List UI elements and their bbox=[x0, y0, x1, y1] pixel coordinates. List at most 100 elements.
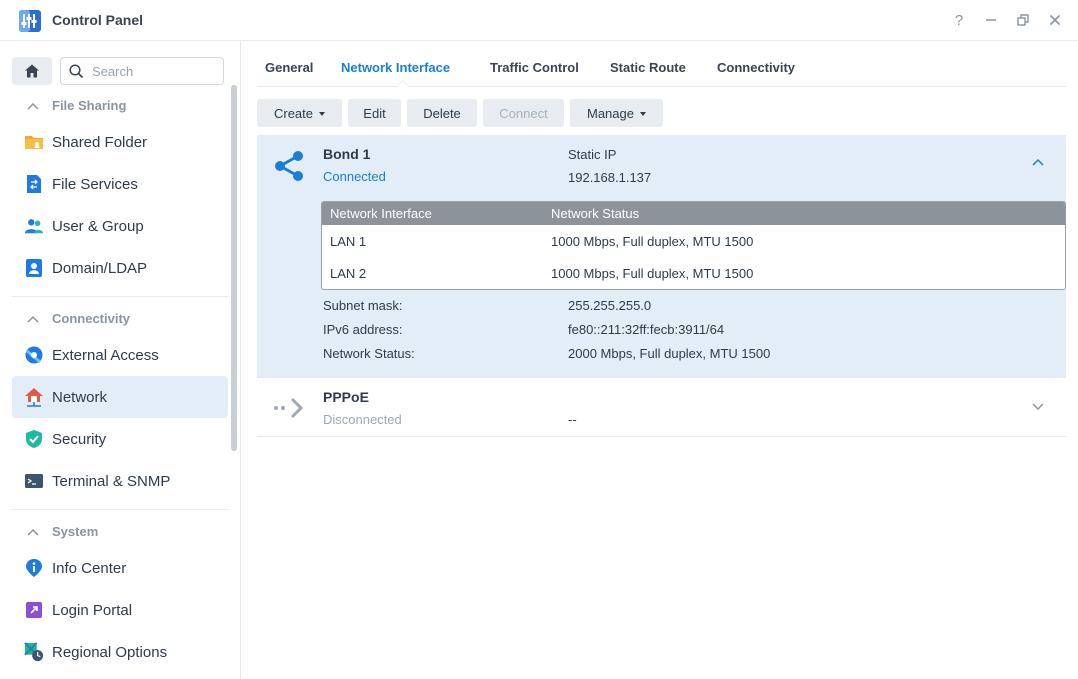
section-title: File Sharing bbox=[52, 98, 127, 113]
terminal-icon bbox=[24, 471, 44, 491]
sidebar: File Sharing Shared Folder File Services… bbox=[0, 41, 241, 679]
sidebar-item-user-group[interactable]: User & Group bbox=[12, 205, 228, 247]
table-cell: LAN 2 bbox=[330, 266, 367, 281]
sidebar-item-label: User & Group bbox=[52, 217, 144, 235]
sidebar-item-label: File Services bbox=[52, 175, 138, 193]
table-cell: 1000 Mbps, Full duplex, MTU 1500 bbox=[551, 266, 754, 281]
security-shield-icon bbox=[24, 429, 44, 449]
network-icon bbox=[24, 387, 44, 407]
sidebar-item-terminal-snmp[interactable]: Terminal & SNMP bbox=[12, 460, 228, 502]
interface-ip-address: -- bbox=[568, 412, 577, 427]
create-button[interactable]: Create bbox=[257, 99, 342, 127]
sidebar-item-label: Terminal & SNMP bbox=[52, 472, 171, 490]
detail-label: Network Status: bbox=[323, 346, 415, 361]
member-interfaces-table: Network Interface Network Status LAN 1 1… bbox=[321, 201, 1066, 290]
interface-status: Connected bbox=[323, 169, 386, 184]
section-file-sharing[interactable]: File Sharing bbox=[26, 98, 126, 113]
chevron-down-icon[interactable] bbox=[1030, 398, 1046, 414]
column-header: Network Status bbox=[551, 206, 640, 221]
sidebar-divider bbox=[12, 509, 228, 510]
chevron-up-icon[interactable] bbox=[1030, 155, 1046, 171]
interface-ip-address: 192.168.1.137 bbox=[568, 170, 652, 185]
search-box[interactable] bbox=[60, 57, 224, 85]
interface-row-pppoe[interactable]: PPPoE Disconnected -- bbox=[257, 378, 1066, 437]
window-title: Control Panel bbox=[52, 12, 144, 28]
sidebar-item-info-center[interactable]: Info Center bbox=[12, 547, 228, 589]
sidebar-item-regional-options[interactable]: Regional Options bbox=[12, 631, 228, 673]
interface-status: Disconnected bbox=[323, 412, 402, 427]
table-row[interactable]: LAN 2 1000 Mbps, Full duplex, MTU 1500 bbox=[322, 257, 1065, 289]
section-title: System bbox=[52, 524, 99, 539]
sidebar-divider bbox=[12, 296, 228, 297]
regional-options-icon bbox=[24, 642, 44, 662]
sidebar-item-label: Shared Folder bbox=[52, 133, 148, 151]
sidebar-item-network[interactable]: Network bbox=[12, 376, 228, 418]
help-icon[interactable]: ? bbox=[950, 10, 968, 30]
sidebar-item-label: Network bbox=[52, 388, 108, 406]
detail-label: Subnet mask: bbox=[323, 298, 403, 313]
search-input[interactable] bbox=[92, 63, 212, 79]
section-title: Connectivity bbox=[52, 311, 131, 326]
sidebar-item-file-services[interactable]: File Services bbox=[12, 163, 228, 205]
chevron-up-icon bbox=[27, 315, 39, 323]
home-button[interactable] bbox=[12, 57, 52, 85]
sidebar-item-domain-ldap[interactable]: Domain/LDAP bbox=[12, 247, 228, 289]
close-icon[interactable] bbox=[1046, 10, 1064, 30]
restore-icon[interactable] bbox=[1014, 10, 1032, 30]
bond-share-icon bbox=[275, 151, 303, 181]
caret-down-icon bbox=[319, 111, 326, 116]
tab-traffic-control[interactable]: Traffic Control bbox=[490, 60, 579, 75]
delete-button[interactable]: Delete bbox=[407, 99, 477, 127]
section-system[interactable]: System bbox=[26, 524, 98, 539]
section-connectivity[interactable]: Connectivity bbox=[26, 311, 130, 326]
table-header: Network Interface Network Status bbox=[322, 202, 1065, 225]
sidebar-item-label: Login Portal bbox=[52, 601, 133, 619]
chevron-up-icon bbox=[27, 528, 39, 536]
interface-name: PPPoE bbox=[323, 389, 369, 405]
user-group-icon bbox=[24, 216, 44, 236]
column-header: Network Interface bbox=[330, 206, 432, 221]
table-row[interactable]: LAN 1 1000 Mbps, Full duplex, MTU 1500 bbox=[322, 225, 1065, 257]
table-cell: 1000 Mbps, Full duplex, MTU 1500 bbox=[551, 234, 754, 249]
detail-value: fe80::211:32ff:fecb:3911/64 bbox=[568, 322, 725, 337]
interface-ip-type: Static IP bbox=[568, 147, 617, 162]
sidebar-item-label: Domain/LDAP bbox=[52, 259, 148, 277]
sidebar-item-label: Info Center bbox=[52, 559, 127, 577]
manage-button[interactable]: Manage bbox=[570, 99, 663, 127]
connect-button[interactable]: Connect bbox=[483, 99, 564, 127]
detail-label: IPv6 address: bbox=[323, 322, 403, 337]
detail-value: 255.255.255.0 bbox=[568, 298, 652, 313]
tab-general[interactable]: General bbox=[265, 60, 313, 75]
sidebar-item-label: Regional Options bbox=[52, 643, 168, 661]
sidebar-item-external-access[interactable]: External Access bbox=[12, 334, 228, 376]
info-center-icon bbox=[24, 558, 44, 578]
sidebar-scrollbar[interactable] bbox=[231, 85, 237, 451]
sidebar-item-label: External Access bbox=[52, 346, 159, 364]
sidebar-item-label: Security bbox=[52, 430, 107, 448]
create-button-label: Create bbox=[273, 105, 314, 121]
control-panel-app-icon bbox=[19, 10, 41, 32]
manage-button-label: Manage bbox=[587, 105, 634, 121]
tab-static-route[interactable]: Static Route bbox=[610, 60, 686, 75]
search-icon bbox=[69, 63, 84, 78]
active-tab-indicator bbox=[396, 80, 410, 87]
login-portal-icon bbox=[24, 600, 44, 620]
minimize-icon[interactable] bbox=[982, 10, 1000, 30]
title-bar: Control Panel ? bbox=[0, 0, 1078, 41]
chevron-up-icon bbox=[27, 102, 39, 110]
caret-down-icon bbox=[639, 111, 646, 116]
interface-row-bond[interactable]: Bond 1 Connected Static IP 192.168.1.137… bbox=[257, 135, 1066, 378]
tab-network-interface[interactable]: Network Interface bbox=[341, 60, 450, 75]
interface-name: Bond 1 bbox=[323, 146, 371, 162]
file-services-icon bbox=[24, 174, 44, 194]
edit-button[interactable]: Edit bbox=[348, 99, 401, 127]
pppoe-arrow-icon bbox=[274, 397, 304, 419]
domain-ldap-icon bbox=[24, 258, 44, 278]
tab-bar: General Network Interface Traffic Contro… bbox=[257, 41, 1066, 87]
sidebar-item-shared-folder[interactable]: Shared Folder bbox=[12, 121, 228, 163]
home-icon bbox=[25, 64, 39, 78]
sidebar-item-login-portal[interactable]: Login Portal bbox=[12, 589, 228, 631]
external-access-icon bbox=[24, 345, 44, 365]
tab-connectivity[interactable]: Connectivity bbox=[717, 60, 795, 75]
sidebar-item-security[interactable]: Security bbox=[12, 418, 228, 460]
